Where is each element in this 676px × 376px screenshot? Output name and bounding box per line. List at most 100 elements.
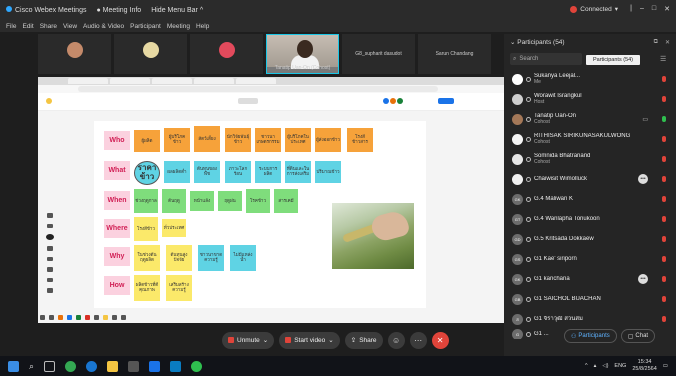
- participant-row[interactable]: RITHISAK SIRIKUNASAKULWONG Cohost: [504, 129, 676, 149]
- mic-muted-icon[interactable]: [662, 236, 666, 242]
- more-options-icon[interactable]: •••: [638, 274, 648, 284]
- mic-muted-icon[interactable]: [662, 176, 666, 182]
- edge-icon[interactable]: [86, 360, 98, 372]
- menu-meeting[interactable]: Meeting: [167, 23, 190, 30]
- reactions-button[interactable]: ☺: [387, 331, 405, 349]
- notification-icon[interactable]: ▭: [663, 363, 668, 369]
- separator-icon: |: [630, 5, 632, 12]
- webex-icon[interactable]: [170, 360, 182, 372]
- menu-share[interactable]: Share: [40, 23, 57, 30]
- network-icon[interactable]: ▴: [594, 363, 597, 369]
- avatar: ส: [512, 313, 523, 325]
- mic-muted-icon[interactable]: [662, 216, 666, 222]
- camera-off-icon: [285, 337, 292, 343]
- select-icon: [46, 234, 54, 241]
- jamboard-logo-icon: [46, 98, 52, 104]
- mic-muted-icon[interactable]: [662, 196, 666, 202]
- rice-field-image: [332, 203, 414, 269]
- video-tile[interactable]: G8_supharit dasudot: [342, 34, 415, 74]
- participant-row[interactable]: ส G1 จิราวุฒิ สวนสม: [504, 309, 676, 329]
- share-button[interactable]: ⇪ Share: [344, 331, 383, 349]
- avatar: GS: [512, 253, 523, 265]
- participants-button[interactable]: ⚇ Participants: [564, 329, 617, 343]
- chevron-down-icon[interactable]: ⌄: [510, 38, 517, 46]
- video-strip: Tanatip Uan-On (Cohost) G8_supharit dasu…: [38, 34, 504, 74]
- window-controls: | – □ ✕: [630, 5, 670, 13]
- participant-row[interactable]: Sukanya Leejal... Me: [504, 69, 676, 89]
- menu-audio-video[interactable]: Audio & Video: [83, 23, 124, 30]
- participant-row[interactable]: GD G.5 Kritsada Dokkaew: [504, 229, 676, 249]
- mic-muted-icon[interactable]: [662, 316, 666, 322]
- popout-icon[interactable]: ⧉: [654, 39, 658, 46]
- mic-muted-icon[interactable]: [662, 296, 666, 302]
- share-whiteboard-button: [438, 98, 454, 104]
- mic-muted-icon[interactable]: [662, 256, 666, 262]
- participant-row[interactable]: Somnida Bhatranand Cohost: [504, 149, 676, 169]
- mail-icon[interactable]: [149, 360, 161, 372]
- menu-edit[interactable]: Edit: [22, 23, 33, 30]
- video-tile[interactable]: Sarun Chandang: [418, 34, 491, 74]
- menu-help[interactable]: Help: [196, 23, 209, 30]
- language-indicator[interactable]: ENG: [614, 363, 626, 369]
- participant-row[interactable]: Chaiwisit Wimolluck •••: [504, 169, 676, 189]
- chat-button[interactable]: ▢ Chat: [620, 329, 656, 343]
- menu-file[interactable]: File: [6, 23, 16, 30]
- eraser-icon: [47, 223, 53, 229]
- webex-logo-icon: [6, 6, 12, 12]
- participant-row[interactable]: Tanatip Uan-On Cohost ▭: [504, 109, 676, 129]
- maximize-icon[interactable]: □: [652, 5, 656, 13]
- unmute-button[interactable]: Unmute ⌄: [222, 331, 275, 349]
- sticky-note: ต้นทุนของพืช: [194, 161, 220, 183]
- mic-muted-icon[interactable]: [662, 76, 666, 82]
- meeting-info-button[interactable]: ● Meeting Info: [96, 7, 141, 14]
- close-icon[interactable]: ✕: [664, 5, 670, 13]
- task-view-icon[interactable]: [44, 360, 56, 372]
- menu-participant[interactable]: Participant: [130, 23, 161, 30]
- file-explorer-icon[interactable]: [107, 360, 119, 372]
- clock[interactable]: 15:34 25/8/2564: [632, 359, 656, 372]
- search-input[interactable]: ⌕ Search: [510, 53, 582, 65]
- chrome-icon[interactable]: [65, 360, 77, 372]
- mic-muted-icon[interactable]: [662, 276, 666, 282]
- more-button[interactable]: ⋯: [409, 331, 427, 349]
- sticky-note: ในช่วงต้นฤดูผลิต: [134, 245, 160, 271]
- video-tile[interactable]: [38, 34, 111, 74]
- mic-muted-icon[interactable]: [662, 156, 666, 162]
- sort-icon[interactable]: ☰: [660, 55, 666, 63]
- sticky-note: โรงสีข้าวสาร: [347, 128, 373, 152]
- avatar: GK: [512, 193, 523, 205]
- chevron-up-icon[interactable]: ^: [585, 363, 588, 369]
- menu-view[interactable]: View: [63, 23, 77, 30]
- participant-row[interactable]: GK G1 kanchana •••: [504, 269, 676, 289]
- title-bar: Cisco Webex Meetings ● Meeting Info Hide…: [0, 0, 676, 20]
- start-video-button[interactable]: Start video ⌄: [279, 331, 340, 349]
- participant-row[interactable]: GT G.4 Wanlapha Tonukoon: [504, 209, 676, 229]
- active-speaker-tile[interactable]: Tanatip Uan-On (Cohost): [266, 34, 339, 74]
- start-icon[interactable]: [8, 360, 19, 372]
- record-icon: [570, 5, 578, 13]
- close-icon[interactable]: ✕: [665, 39, 670, 46]
- menu-bar: File Edit Share View Audio & Video Parti…: [0, 20, 676, 32]
- mic-muted-icon[interactable]: [662, 136, 666, 142]
- store-icon[interactable]: [128, 360, 140, 372]
- line-icon[interactable]: [191, 360, 203, 372]
- mic-muted-icon[interactable]: [662, 96, 666, 102]
- leave-meeting-button[interactable]: ✕: [431, 331, 449, 349]
- participant-row[interactable]: GS G1 Kae' siriporn: [504, 249, 676, 269]
- video-tile[interactable]: [114, 34, 187, 74]
- camera-icon[interactable]: ▭: [642, 116, 648, 123]
- minimize-icon[interactable]: –: [640, 5, 644, 13]
- shared-screen[interactable]: Who What When Where Why How ผู้ผลิต ผู้บ…: [38, 77, 504, 323]
- connection-status[interactable]: Connected ▾: [570, 5, 618, 13]
- participant-row[interactable]: GB G1 SAICHOL BUACHAN: [504, 289, 676, 309]
- volume-icon[interactable]: ◁): [602, 363, 608, 369]
- sticky-note: สารเคมี: [274, 189, 298, 213]
- more-options-icon[interactable]: •••: [638, 174, 648, 184]
- mic-on-icon[interactable]: [662, 116, 666, 122]
- search-icon[interactable]: ⌕: [29, 361, 34, 372]
- sticky-note: ไม่มีแหล่งน้ำ: [230, 245, 256, 271]
- participant-row[interactable]: GK G.4 Maliwan K: [504, 189, 676, 209]
- participant-row[interactable]: Worawit Israngkul Host: [504, 89, 676, 109]
- video-tile[interactable]: [190, 34, 263, 74]
- hide-menu-bar-button[interactable]: Hide Menu Bar ^: [151, 7, 203, 14]
